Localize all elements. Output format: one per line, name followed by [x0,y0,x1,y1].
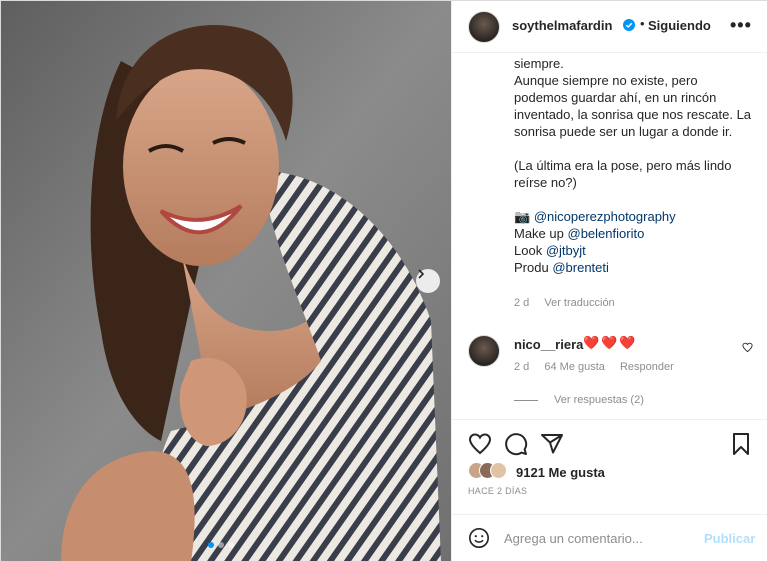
credit-line: Make up @belenfiorito [514,225,754,242]
mention-link[interactable]: @nicoperezphotography [534,209,676,224]
comment-time: 2 d [514,361,530,373]
commenter-username[interactable]: nico__riera [514,337,583,352]
caption-paragraph: Aunque siempre no existe, pero podemos g… [514,73,752,139]
post-header: soythelmafardin • Siguiendo ••• [452,1,767,53]
likes-count[interactable]: 9121 Me gusta [516,465,605,480]
add-comment-bar: Publicar [452,514,767,561]
bookmark-icon[interactable] [729,432,753,456]
view-replies-button[interactable]: Ver respuestas (2) [514,394,644,406]
post-details-panel: soythelmafardin • Siguiendo ••• siempre.… [451,1,767,561]
carousel-dot [208,542,214,548]
camera-icon: 📷 [514,209,531,224]
credit-line: 📷 @nicoperezphotography [514,208,754,225]
username-link[interactable]: soythelmafardin [512,18,612,33]
post-photo[interactable] [1,1,451,561]
avatar[interactable] [468,11,500,43]
liked-by-avatars[interactable] [468,462,507,479]
translate-link[interactable]: Ver traducción [544,297,614,309]
paper-plane-icon[interactable] [540,432,564,456]
comment-text: ❤️❤️❤️ [583,335,638,350]
caption-line: siempre. [514,56,564,71]
carousel-dot [218,542,224,548]
photo-illustration [1,1,451,561]
comment-likes[interactable]: 64 Me gusta [544,361,605,373]
post-actions: 9121 Me gusta HACE 2 DÍAS [452,419,767,514]
carousel-indicator [208,542,234,548]
caption-paragraph: (La última era la pose, pero más lindo r… [514,158,732,190]
following-button[interactable]: Siguiendo [648,18,711,33]
view-replies-label: Ver respuestas (2) [554,394,644,406]
smiley-icon[interactable] [468,527,490,549]
heart-icon[interactable] [468,432,492,456]
comment-input[interactable] [504,528,694,548]
credit-label: Look [514,243,543,258]
publish-button[interactable]: Publicar [704,531,755,546]
carousel-dot [228,542,234,548]
avatar [490,462,507,479]
mention-link[interactable]: @brenteti [552,260,609,275]
mention-link[interactable]: @jtbyjt [546,243,586,258]
more-options-icon[interactable]: ••• [730,15,752,36]
credit-line: Produ @brenteti [514,259,754,276]
comment-meta: 2 d 64 Me gusta Responder [514,361,686,373]
caption-time: 2 d [514,297,530,309]
separator-dot: • [640,16,645,31]
post-timestamp: HACE 2 DÍAS [468,486,528,496]
reply-button[interactable]: Responder [620,361,674,373]
post-caption: siempre. Aunque siempre no existe, pero … [514,55,754,276]
credit-line: Look @jtbyjt [514,242,754,259]
carousel-next-button[interactable] [416,269,440,293]
credit-label: Produ [514,260,549,275]
caption-meta: 2 d Ver traducción [514,297,627,309]
verified-badge-icon [623,19,635,31]
comment-like-heart-icon[interactable] [742,342,753,353]
instagram-post: soythelmafardin • Siguiendo ••• siempre.… [0,0,767,561]
credit-label: Make up [514,226,564,241]
mention-link[interactable]: @belenfiorito [568,226,645,241]
commenter-avatar[interactable] [468,335,500,367]
comment-icon[interactable] [504,432,528,456]
chevron-right-icon [418,269,425,279]
